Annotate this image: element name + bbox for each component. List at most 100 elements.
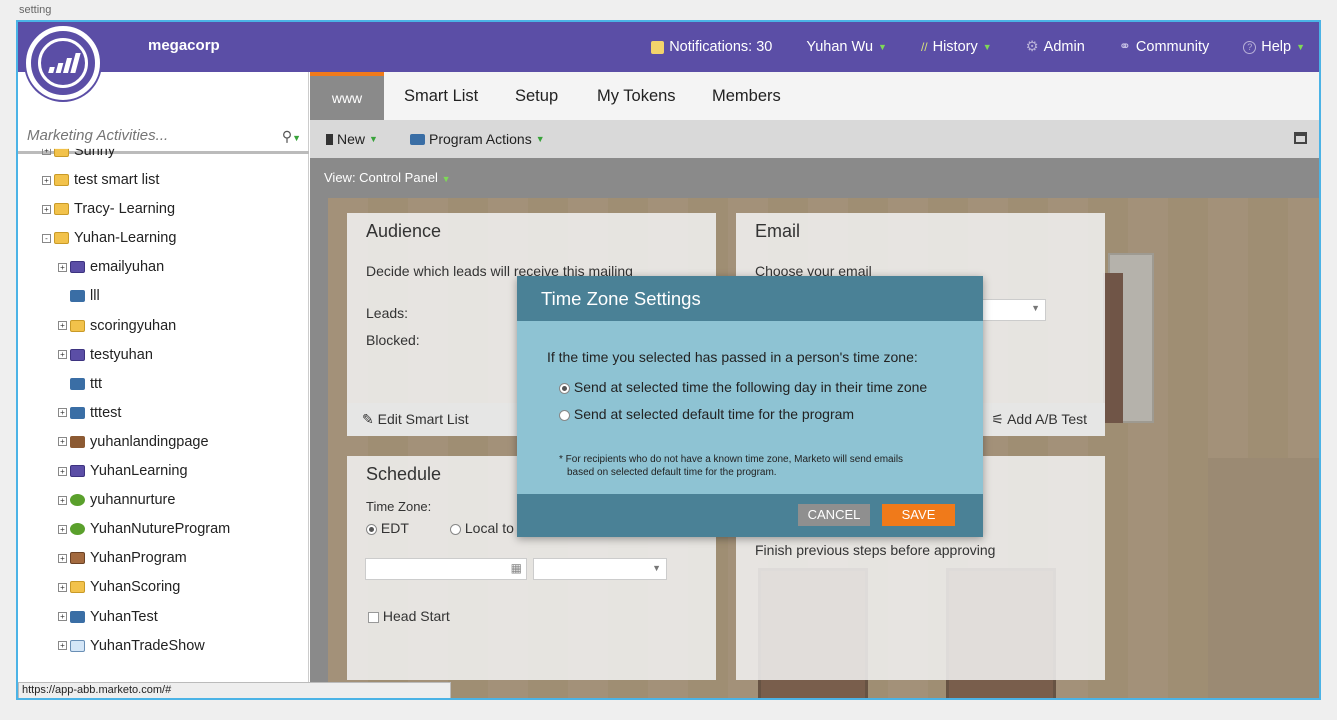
tree-item[interactable]: + YuhanScoring [58,575,180,599]
tree-search-input[interactable] [27,127,267,144]
expand-icon[interactable]: + [58,495,67,505]
expand-icon[interactable]: + [58,437,67,447]
tree-item[interactable]: + YuhanTest [58,605,158,629]
expand-icon[interactable]: + [58,466,67,476]
option-following-day-radio[interactable] [559,382,570,394]
tree-item-label: YuhanTradeShow [90,637,205,654]
calendar-icon: ▦ [510,561,522,575]
tree-item[interactable]: + scoringyuhan [58,314,176,338]
edt-option[interactable]: EDT [366,520,409,536]
option-following-day-label: Send at selected time the following day … [573,379,928,395]
program-actions-icon [410,133,425,145]
filter-icon[interactable]: ⚲▼ [282,128,301,145]
expand-icon[interactable]: + [58,408,67,418]
tree-item[interactable]: lll [58,284,100,308]
view-label: View: Control Panel [324,170,438,185]
maximize-icon[interactable] [1294,132,1307,144]
tree-item[interactable]: ttt [58,372,102,396]
marketo-logo[interactable] [26,26,100,100]
expand-icon[interactable]: + [58,582,67,592]
tree-item[interactable]: + tttest [58,401,121,425]
expand-icon[interactable]: + [58,641,67,651]
head-start-option[interactable]: Head Start [368,608,450,624]
tree-item-label: testyuhan [90,346,153,363]
email-select[interactable]: ▼ [976,299,1046,321]
expand-icon[interactable]: + [58,350,67,360]
app-window: megacorp Notifications: 30 Yuhan Wu ▼ //… [16,20,1321,700]
program-actions-button[interactable]: Program Actions ▼ [410,131,545,147]
brand-name: megacorp [148,37,220,54]
land-icon [70,435,85,448]
admin-link[interactable]: ⚙ Admin [1026,39,1085,55]
tree-item[interactable]: + YuhanLearning [58,459,188,483]
cancel-button[interactable]: CANCEL [798,504,870,526]
chevron-down-icon: ▼ [878,42,887,52]
new-label: New [337,131,366,147]
new-button[interactable]: New ▼ [326,131,378,147]
help-menu[interactable]: ? Help ▼ [1243,39,1305,55]
view-selector[interactable]: View: Control Panel ▼ [324,170,450,185]
tab-members[interactable]: Members [712,72,781,120]
tree-item[interactable]: + Tracy- Learning [42,197,175,221]
admin-label: Admin [1043,39,1085,55]
option-following-day[interactable]: Send at selected time the following day … [559,379,927,395]
tree-item-label: YuhanLearning [90,463,188,479]
email-title: Email [755,221,801,241]
tree-item[interactable]: + testyuhan [58,343,153,367]
tree-item[interactable]: + YuhanProgram [58,546,187,570]
top-nav: Notifications: 30 Yuhan Wu ▼ // History … [651,22,1305,72]
option-default-time-radio[interactable] [559,409,570,421]
time-select[interactable]: ▼ [533,558,667,580]
tree-item[interactable]: - Yuhan-Learning [42,226,176,250]
save-button[interactable]: SAVE [882,504,955,526]
tree-item-label: YuhanProgram [90,550,187,567]
community-link[interactable]: ⚭ Community [1119,39,1209,55]
community-label: Community [1135,39,1210,55]
tree-item-label: yuhanlandingpage [90,433,209,450]
chevron-down-icon: ▼ [1296,42,1305,52]
local-radio[interactable] [450,523,461,535]
collapse-icon[interactable]: - [42,233,51,243]
expand-icon[interactable]: + [42,204,51,214]
community-icon: ⚭ [1118,39,1131,55]
tree-item[interactable]: + emailyuhan [58,255,164,279]
tree-item-label: tttest [90,404,122,421]
expand-icon[interactable]: + [58,524,67,534]
expand-icon[interactable]: + [58,321,67,330]
help-label: Help [1261,39,1292,55]
chevron-down-icon: ▼ [652,563,661,573]
gear-icon: ⚙ [1025,39,1039,55]
main-area: www Smart List Setup My Tokens Members N… [310,72,1319,698]
edit-smart-list-link[interactable]: ✎ Edit Smart List [362,411,469,428]
head-start-checkbox[interactable] [368,611,379,623]
edt-radio[interactable] [366,523,377,535]
nurt-icon [70,494,85,507]
add-ab-test-link[interactable]: ⚟ Add A/B Test [991,411,1087,428]
local-option[interactable]: Local to [450,520,514,536]
notifications-link[interactable]: Notifications: 30 [651,39,772,55]
tab-setup[interactable]: Setup [515,72,558,120]
tree-item[interactable]: + test smart list [42,168,159,192]
tab-my-tokens[interactable]: My Tokens [597,72,676,120]
date-input[interactable]: ▦ [365,558,527,580]
tree-item[interactable]: + YuhanNutureProgram [58,517,230,541]
history-menu[interactable]: // History ▼ [921,39,992,55]
expand-icon[interactable]: + [58,612,67,621]
option-default-time[interactable]: Send at selected default time for the pr… [559,406,854,422]
test-icon [70,406,85,419]
pencil-icon: ✎ [362,411,374,427]
expand-icon[interactable]: + [58,262,67,272]
tree-item[interactable]: + yuhannurture [58,488,175,512]
option-default-time-label: Send at selected default time for the pr… [573,406,855,422]
tab-www[interactable]: www [310,72,384,120]
expand-icon[interactable]: + [58,553,67,563]
ab-test-icon: ⚟ [991,411,1004,427]
tree-item[interactable]: + yuhanlandingpage [58,430,209,454]
tab-smart-list[interactable]: Smart List [404,72,478,120]
tree-item[interactable]: + YuhanTradeShow [58,634,205,658]
left-tree-panel: ⚲▼ +Sunny+test smart list+Tracy- Learnin… [18,72,309,698]
audience-title: Audience [366,221,442,241]
user-menu[interactable]: Yuhan Wu ▼ [806,39,887,55]
expand-icon[interactable]: + [42,175,51,185]
dialog-title: Time Zone Settings [517,276,983,321]
